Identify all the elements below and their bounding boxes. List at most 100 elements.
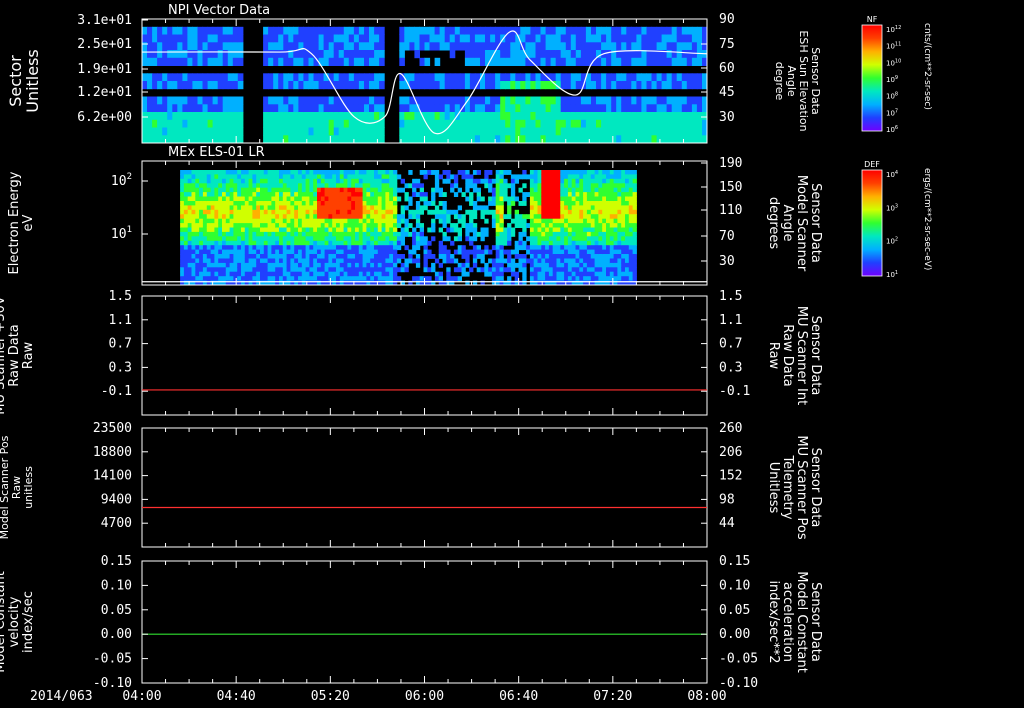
- els-cell: [594, 196, 599, 202]
- els-cell: [343, 271, 348, 277]
- els-cell: [621, 276, 626, 282]
- els-cell: [218, 271, 223, 277]
- npi-cell: [288, 26, 294, 35]
- els-cell: [199, 183, 204, 189]
- els-cell: [438, 271, 443, 277]
- els-cell: [518, 245, 523, 251]
- els-cell: [358, 276, 364, 282]
- els-cell: [590, 271, 596, 277]
- els-cell: [206, 174, 212, 180]
- els-cell: [545, 249, 550, 255]
- els-cell: [545, 231, 550, 237]
- els-cell: [206, 231, 212, 237]
- els-cell: [400, 214, 405, 220]
- els-cell: [294, 170, 299, 175]
- npi-cell: [580, 135, 587, 143]
- npi-cell: [202, 57, 209, 66]
- npi-cell: [177, 135, 183, 143]
- npi-cell: [550, 96, 557, 105]
- els-cell: [355, 223, 360, 228]
- npi-cell: [227, 104, 234, 113]
- els-cell: [332, 267, 337, 273]
- els-cell: [279, 227, 284, 233]
- els-cell: [206, 240, 212, 246]
- els-cell: [267, 187, 272, 193]
- npi-cell: [369, 50, 375, 59]
- els-cell: [537, 254, 542, 259]
- els-cell: [381, 218, 386, 224]
- els-cell: [552, 174, 557, 180]
- els-cell: [241, 245, 246, 251]
- els-cell: [586, 192, 592, 197]
- els-cell: [256, 240, 261, 246]
- npi-cell: [222, 104, 229, 113]
- els-cell: [609, 262, 615, 268]
- panel-4-ytick-right-label: 206: [719, 445, 742, 460]
- els-cell: [628, 245, 634, 251]
- npi-cell: [505, 96, 511, 105]
- els-cell: [214, 240, 219, 246]
- els-cell: [412, 276, 417, 282]
- els-cell: [187, 249, 192, 255]
- npi-cell: [177, 119, 183, 128]
- els-cell: [279, 183, 284, 189]
- els-cell: [290, 223, 295, 228]
- npi-cell: [631, 119, 637, 128]
- npi-cell: [434, 112, 441, 121]
- els-cell: [301, 249, 307, 255]
- els-cell: [195, 231, 200, 237]
- els-cell: [564, 214, 569, 220]
- npi-cell: [308, 96, 315, 105]
- npi-cell: [596, 34, 602, 43]
- npi-cell: [364, 34, 370, 43]
- els-cell: [571, 205, 576, 211]
- els-cell: [480, 178, 485, 184]
- els-cell: [567, 240, 573, 246]
- els-cell: [609, 214, 615, 220]
- els-cell: [362, 209, 367, 215]
- npi-cell: [318, 96, 325, 105]
- els-cell: [377, 170, 383, 175]
- els-cell: [541, 218, 546, 224]
- els-cell: [590, 262, 596, 268]
- els-cell: [389, 223, 394, 228]
- panel-1-title: NPI Vector Data: [168, 3, 270, 18]
- npi-cell: [621, 112, 627, 121]
- npi-cell: [434, 73, 441, 82]
- els-cell: [210, 254, 215, 259]
- els-cell: [529, 245, 535, 251]
- npi-cell: [152, 119, 158, 128]
- els-cell: [625, 170, 630, 175]
- npi-cell: [495, 73, 501, 82]
- els-cell: [567, 192, 573, 197]
- els-cell: [583, 183, 588, 189]
- npi-cell: [545, 135, 552, 143]
- els-cell: [183, 174, 189, 180]
- els-cell: [499, 240, 504, 246]
- els-cell: [187, 271, 192, 277]
- els-cell: [499, 214, 504, 220]
- npi-cell: [616, 57, 622, 66]
- npi-cell: [686, 119, 693, 128]
- els-cell: [180, 254, 185, 259]
- els-cell: [271, 209, 276, 215]
- npi-cell: [661, 119, 668, 128]
- els-cell: [317, 276, 322, 282]
- els-cell: [347, 227, 352, 233]
- els-cell: [241, 231, 246, 237]
- els-cell: [450, 258, 455, 264]
- npi-cell: [550, 112, 557, 121]
- npi-cell: [656, 34, 663, 43]
- els-cell: [317, 196, 322, 202]
- els-cell: [590, 236, 596, 242]
- npi-cell: [409, 119, 415, 128]
- npi-cell: [444, 73, 451, 82]
- npi-cell: [616, 81, 622, 90]
- npi-cell: [676, 96, 683, 105]
- els-cell: [313, 201, 318, 206]
- els-cell: [244, 178, 250, 184]
- els-cell: [286, 192, 291, 197]
- els-cell: [537, 236, 542, 242]
- els-cell: [195, 178, 200, 184]
- els-cell: [332, 183, 337, 189]
